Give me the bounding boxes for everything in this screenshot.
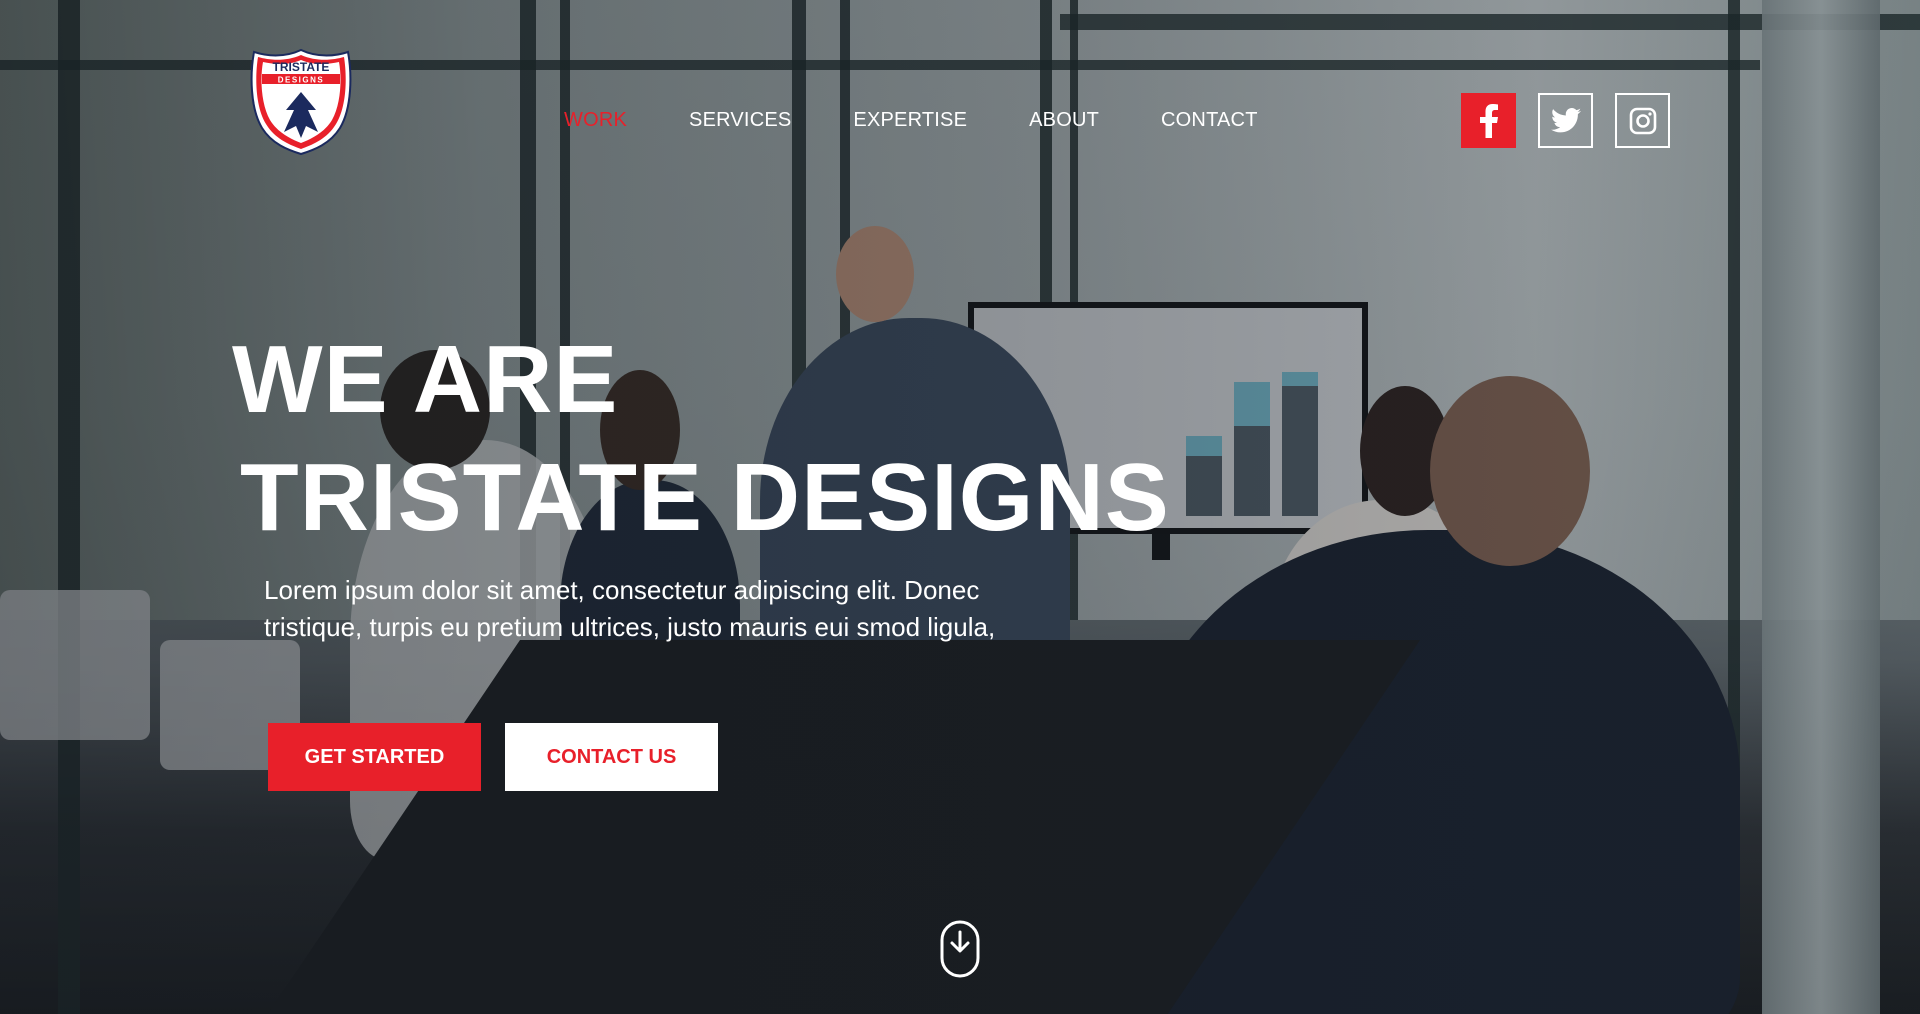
logo-text-top: TRISTATE [273,60,330,74]
nav-item-work[interactable]: WORK [564,108,627,132]
instagram-icon [1629,107,1656,134]
nav-item-services[interactable]: SERVICES [689,108,791,132]
nav-item-expertise[interactable]: EXPERTISE [853,108,967,132]
main-nav: WORK SERVICES EXPERTISE ABOUT CONTACT [564,108,1258,132]
hero-title-line-2: TRISTATE DESIGNS [240,444,1170,551]
instagram-button[interactable] [1615,93,1670,148]
contact-us-button[interactable]: CONTACT US [505,723,718,791]
nav-item-contact[interactable]: CONTACT [1161,108,1258,132]
tristate-designs-logo[interactable]: TRISTATE DESIGNS [248,48,354,156]
nav-item-about[interactable]: ABOUT [1029,108,1099,132]
hero-title-line-1: WE ARE [232,326,619,433]
hero-lead-text: Lorem ipsum dolor sit amet, consectetur … [264,575,996,642]
facebook-button[interactable] [1461,93,1516,148]
logo-text-bottom: DESIGNS [278,76,325,85]
scroll-down-icon[interactable] [940,920,980,978]
facebook-icon [1479,103,1498,138]
get-started-button[interactable]: GET STARTED [268,723,481,791]
twitter-icon [1550,108,1581,133]
twitter-button[interactable] [1538,93,1593,148]
social-links [1461,93,1670,148]
